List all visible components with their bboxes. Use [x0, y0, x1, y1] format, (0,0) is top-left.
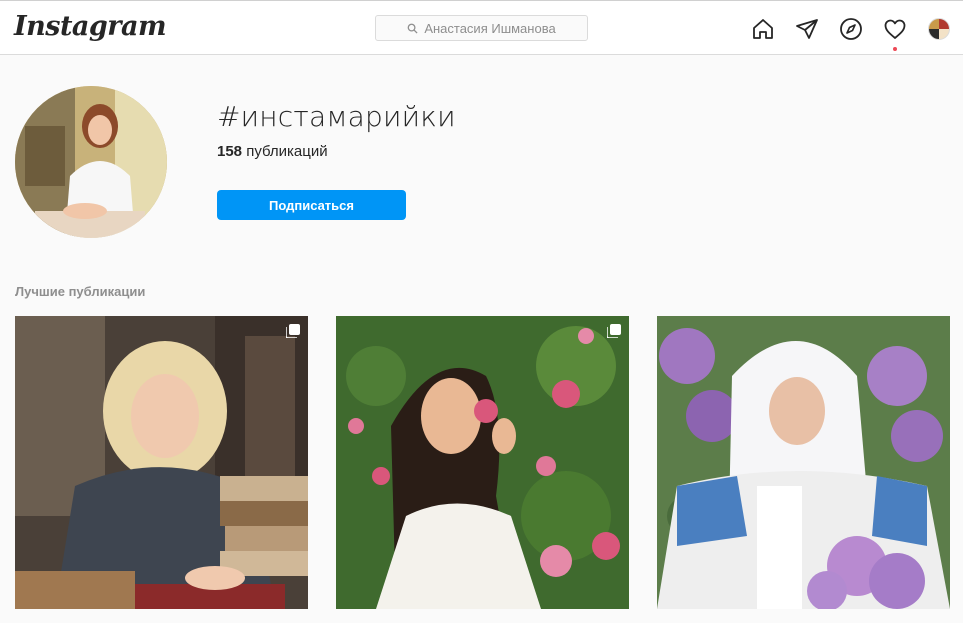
hashtag-profile-photo	[15, 86, 167, 238]
top-post-2[interactable]	[336, 316, 629, 609]
direct-messages-icon[interactable]	[795, 17, 819, 41]
top-posts-title: Лучшие публикации	[15, 284, 146, 299]
profile-avatar[interactable]	[928, 18, 950, 40]
home-icon[interactable]	[751, 17, 775, 41]
hashtag-title: #инстамарийки	[217, 100, 456, 133]
top-post-1[interactable]	[15, 316, 308, 609]
search-placeholder: Анастасия Ишманова	[424, 20, 556, 36]
posts-count-value: 158	[217, 143, 243, 160]
posts-count-label: публикаций	[242, 143, 328, 160]
search-icon	[407, 23, 418, 34]
top-navigation-bar: Instagram Анастасия Ишманова	[0, 0, 963, 55]
posts-count: 158 публикаций	[217, 143, 328, 160]
multiple-photos-icon	[286, 324, 300, 338]
notification-dot	[893, 47, 897, 51]
explore-icon[interactable]	[839, 17, 863, 41]
activity-heart-icon[interactable]	[883, 17, 907, 41]
follow-button[interactable]: Подписаться	[217, 190, 406, 220]
top-post-3[interactable]	[657, 316, 950, 609]
instagram-logo[interactable]: Instagram	[14, 11, 167, 42]
multiple-photos-icon	[607, 324, 621, 338]
search-input[interactable]: Анастасия Ишманова	[375, 15, 588, 41]
